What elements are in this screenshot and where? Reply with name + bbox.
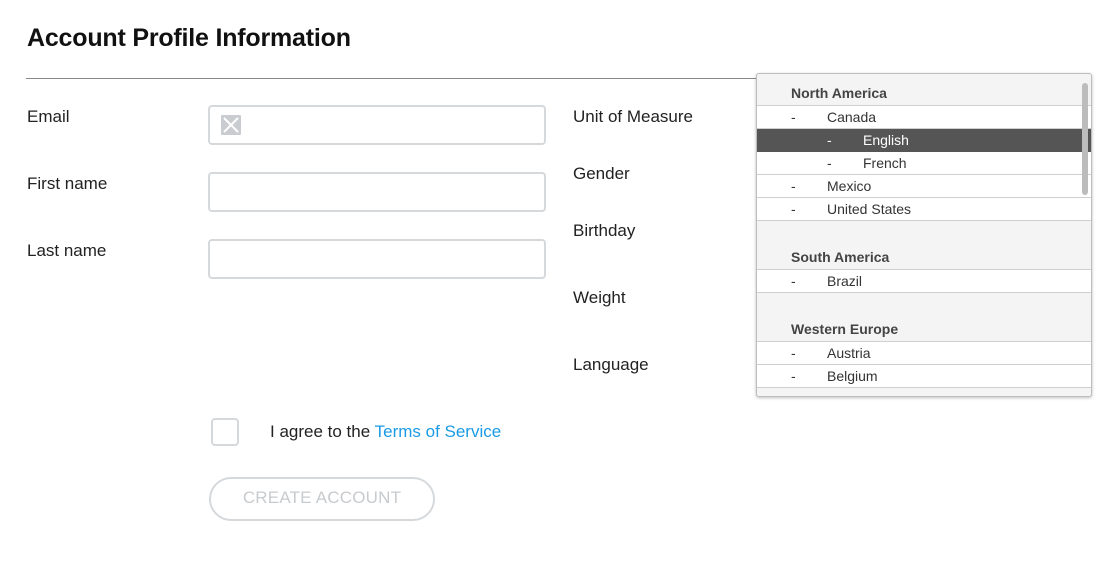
dash-marker: - bbox=[791, 345, 796, 361]
option-belgium[interactable]: - Belgium bbox=[757, 365, 1091, 388]
dash-marker: - bbox=[791, 109, 796, 125]
group-header-western-europe: Western Europe bbox=[791, 321, 899, 337]
language-label: Language bbox=[573, 355, 649, 374]
dropdown-list: North America - Canada - English - Frenc… bbox=[757, 81, 1091, 388]
dash-marker: - bbox=[791, 201, 796, 217]
create-account-button[interactable]: CREATE ACCOUNT bbox=[209, 477, 435, 521]
option-label: United States bbox=[827, 201, 912, 217]
last-name-label: Last name bbox=[27, 241, 107, 260]
option-canada-english[interactable]: - English bbox=[757, 129, 1091, 152]
birthday-label: Birthday bbox=[573, 221, 636, 240]
terms-of-service-link[interactable]: Terms of Service bbox=[375, 422, 502, 441]
dash-marker: - bbox=[827, 155, 832, 171]
option-canada-french[interactable]: - French bbox=[757, 152, 1091, 175]
terms-checkbox[interactable] bbox=[211, 418, 239, 446]
gender-label: Gender bbox=[573, 164, 630, 183]
option-brazil[interactable]: - Brazil bbox=[757, 269, 1091, 293]
weight-label: Weight bbox=[573, 288, 626, 307]
option-label: Brazil bbox=[827, 273, 863, 289]
email-field[interactable] bbox=[208, 105, 546, 145]
email-label: Email bbox=[27, 107, 70, 126]
dash-marker: - bbox=[827, 132, 832, 148]
broken-image-icon bbox=[221, 115, 241, 135]
first-name-label: First name bbox=[27, 174, 108, 193]
page-title: Account Profile Information bbox=[27, 24, 351, 52]
dropdown-scrollbar[interactable] bbox=[1082, 83, 1088, 195]
title-divider bbox=[26, 78, 766, 79]
dash-marker: - bbox=[791, 273, 796, 289]
option-austria[interactable]: - Austria bbox=[757, 341, 1091, 365]
group-header-south-america: South America bbox=[791, 249, 890, 265]
option-label: Mexico bbox=[827, 178, 872, 194]
dash-marker: - bbox=[791, 178, 796, 194]
option-label: French bbox=[863, 155, 907, 171]
dash-marker: - bbox=[791, 368, 796, 384]
option-canada[interactable]: - Canada bbox=[757, 105, 1091, 129]
option-united-states[interactable]: - United States bbox=[757, 198, 1091, 221]
option-mexico[interactable]: - Mexico bbox=[757, 175, 1091, 198]
terms-agreement-text: I agree to the Terms of Service bbox=[270, 422, 501, 442]
last-name-field[interactable] bbox=[208, 239, 546, 279]
option-label: English bbox=[863, 132, 909, 148]
option-label: Canada bbox=[827, 109, 877, 125]
group-header-north-america: North America bbox=[791, 85, 887, 101]
option-label: Belgium bbox=[827, 368, 878, 384]
option-label: Austria bbox=[827, 345, 871, 361]
unit-of-measure-label: Unit of Measure bbox=[573, 107, 693, 126]
terms-prefix: I agree to the bbox=[270, 422, 371, 441]
language-dropdown[interactable]: North America - Canada - English - Frenc… bbox=[756, 73, 1092, 397]
first-name-field[interactable] bbox=[208, 172, 546, 212]
